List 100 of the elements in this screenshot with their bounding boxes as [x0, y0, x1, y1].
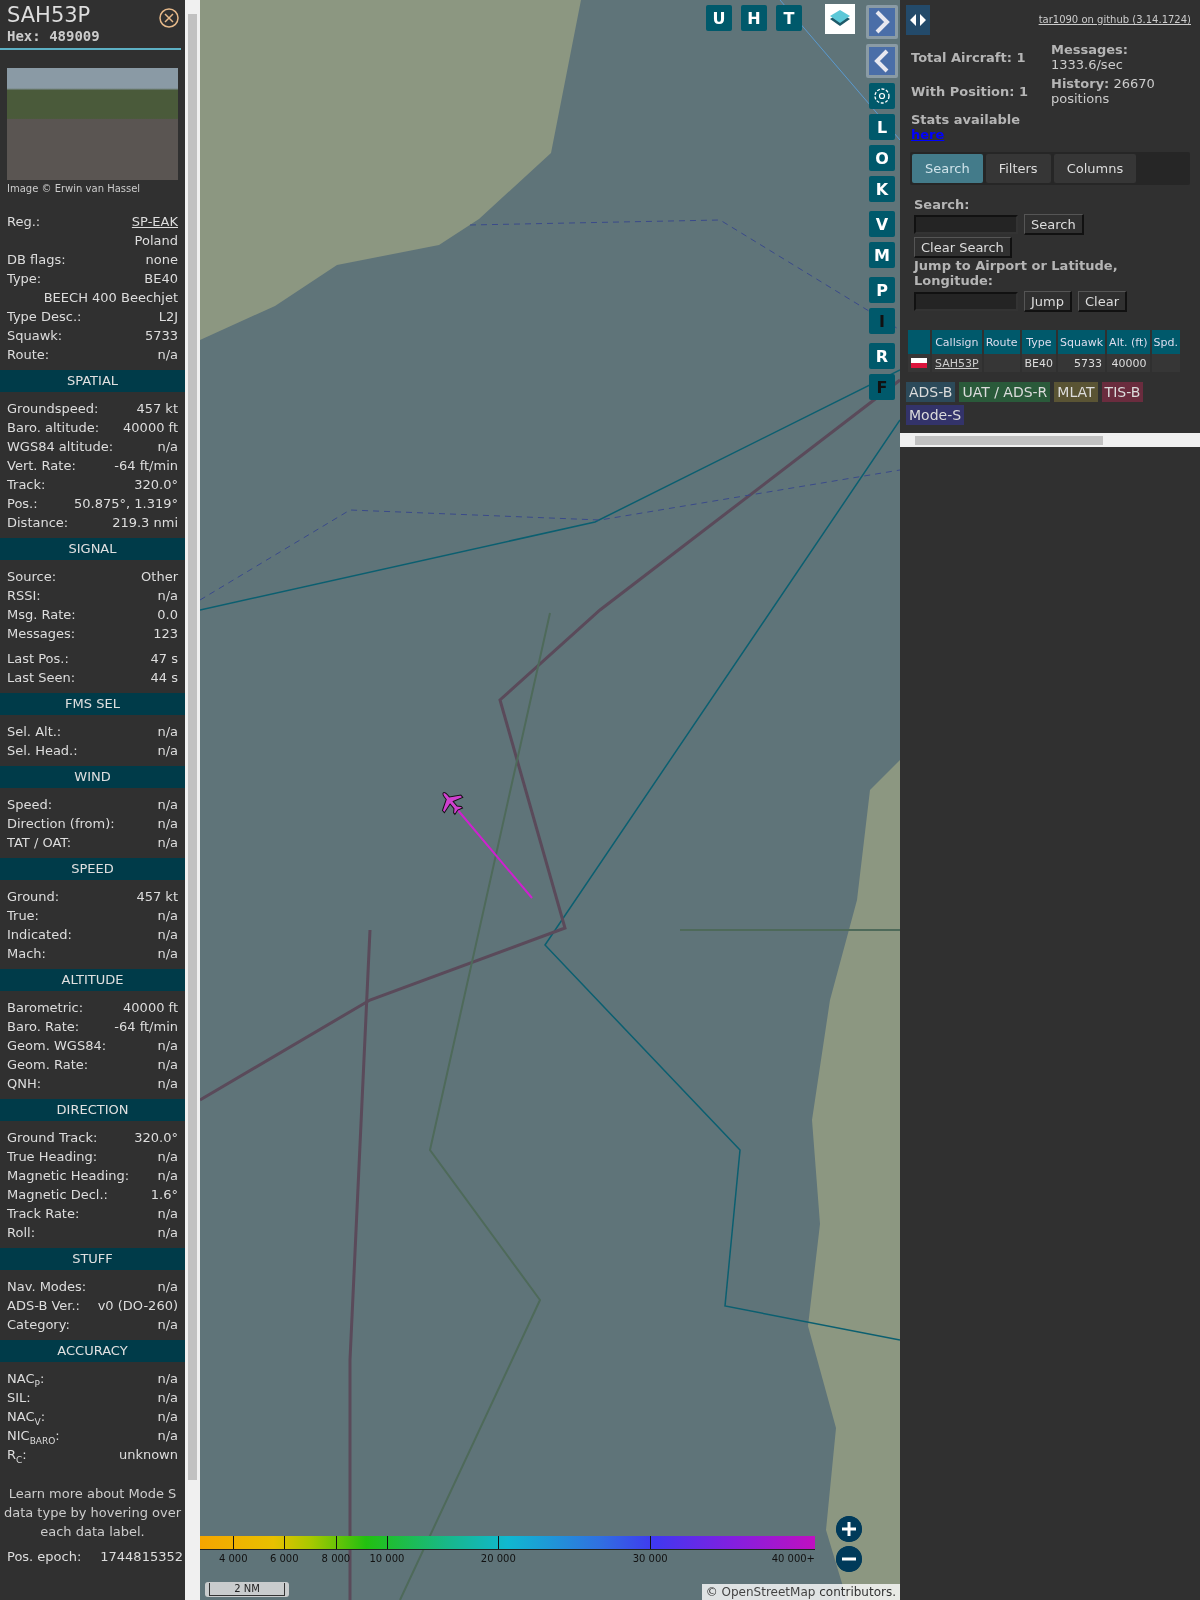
table-cell: 5733	[1058, 354, 1106, 372]
map-toggle-button[interactable]: R	[869, 343, 895, 369]
search-field[interactable]	[914, 215, 1018, 234]
column-header[interactable]: Alt. (ft)	[1107, 330, 1150, 354]
stat-text: History: 26670 positions	[1051, 76, 1156, 106]
section-header: ALTITUDE	[0, 969, 185, 991]
map-toggle-button[interactable]: M	[869, 242, 895, 268]
field-value: n/a	[157, 834, 178, 852]
scrollbar[interactable]	[900, 433, 1200, 447]
close-icon[interactable]	[159, 8, 179, 28]
hex-code: Hex: 489009	[7, 28, 101, 44]
jump-field[interactable]	[914, 292, 1018, 311]
field-label: True Heading:	[7, 1148, 98, 1166]
map-toggle-button[interactable]: V	[869, 211, 895, 237]
field-label: NAC$_{P}$:	[7, 1370, 45, 1388]
map-toggle-button[interactable]: T	[776, 5, 802, 31]
source-tag: UAT / ADS-R	[959, 382, 1051, 402]
field-value: 320.0°	[134, 476, 178, 494]
field-label: True:	[7, 907, 39, 925]
github-link[interactable]: tar1090 on github (3.14.1724)	[1038, 14, 1191, 25]
field-label: Baro. Rate:	[7, 1018, 80, 1036]
field-value: 320.0°	[134, 1129, 178, 1147]
field-label: NIC$_{BARO}$:	[7, 1427, 60, 1445]
stat-text: Total Aircraft: 1	[911, 49, 1027, 65]
field-value: n/a	[157, 1370, 178, 1388]
column-header[interactable]: Callsign	[932, 330, 982, 354]
clear-button[interactable]: Clear	[1078, 291, 1127, 312]
help-note: Learn more about Mode S data type by hovering over each data label.	[2, 1485, 183, 1541]
field-label: Mach:	[7, 945, 46, 963]
altitude-label: 30 000	[632, 1553, 668, 1564]
field-value: n/a	[157, 438, 178, 456]
search-label: Search:	[914, 197, 971, 212]
tab[interactable]: Columns	[1053, 154, 1137, 183]
field-value: Poland	[134, 232, 178, 250]
tab[interactable]: Filters	[985, 154, 1051, 183]
altitude-label: 8 000	[321, 1553, 351, 1564]
field-value: n/a	[157, 945, 178, 963]
flag-icon	[911, 358, 927, 368]
expand-button[interactable]	[866, 5, 898, 39]
altitude-label: 4 000	[218, 1553, 248, 1564]
callsign-title: SAH53P	[7, 2, 91, 28]
field-label: Squawk:	[7, 327, 63, 345]
field-label: ADS-B Ver.:	[7, 1297, 80, 1315]
field-label: Vert. Rate:	[7, 457, 76, 475]
field-value: none	[145, 251, 178, 269]
map-toggle-button[interactable]: K	[869, 176, 895, 202]
section-header: DIRECTION	[0, 1099, 185, 1121]
column-header[interactable]: Route	[983, 330, 1020, 354]
field-value: L2J	[158, 308, 178, 326]
registration-link[interactable]: SP-EAK	[131, 212, 178, 231]
search-button[interactable]: Search	[1024, 214, 1084, 235]
field-value: n/a	[157, 907, 178, 925]
map-toggle-button[interactable]: H	[741, 5, 767, 31]
field-value: 457 kt	[136, 888, 178, 906]
tab[interactable]: Search	[912, 154, 983, 183]
collapse-button[interactable]	[866, 44, 898, 78]
settings-icon[interactable]	[869, 83, 895, 109]
field-label: Geom. Rate:	[7, 1056, 89, 1074]
map-toggle-button[interactable]: O	[869, 145, 895, 171]
field-value: 219.3 nmi	[112, 514, 178, 532]
field-label: Baro. altitude:	[7, 419, 100, 437]
attribution-link[interactable]: OpenStreetMap	[721, 1585, 816, 1599]
column-header[interactable]: Spd.	[1151, 330, 1181, 354]
field-value: n/a	[157, 926, 178, 944]
field-label: Speed:	[7, 796, 53, 814]
field-label: Geom. WGS84:	[7, 1037, 107, 1055]
field-label: Route:	[7, 346, 50, 364]
field-value: 5733	[144, 327, 178, 345]
field-value: n/a	[157, 1148, 178, 1166]
section-header: SIGNAL	[0, 538, 185, 560]
field-value: 457 kt	[136, 400, 178, 418]
field-label: SIL:	[7, 1389, 31, 1407]
field-value: n/a	[157, 346, 178, 364]
source-tag: ADS-B	[906, 382, 956, 402]
jump-button[interactable]: Jump	[1024, 291, 1072, 312]
field-value: n/a	[157, 1167, 178, 1185]
map-toggle-button[interactable]: P	[869, 277, 895, 303]
map-toggle-button[interactable]: L	[869, 114, 895, 140]
field-value: n/a	[157, 815, 178, 833]
section-header: STUFF	[0, 1248, 185, 1270]
clear-search-button[interactable]: Clear Search	[914, 237, 1012, 258]
field-value: BE40	[144, 270, 178, 288]
field-label: Sel. Alt.:	[7, 723, 62, 741]
field-label: Messages:	[7, 625, 76, 643]
field-label: Magnetic Heading:	[7, 1167, 130, 1185]
column-header[interactable]: Type	[1021, 330, 1057, 354]
field-value: 1.6°	[150, 1186, 178, 1204]
scrollbar[interactable]	[185, 0, 200, 1600]
column-header[interactable]: Squawk	[1058, 330, 1106, 354]
field-label: Last Seen:	[7, 669, 76, 687]
field-label: Ground Track:	[7, 1129, 98, 1147]
field-value: n/a	[157, 1316, 178, 1334]
field-value: 47 s	[150, 650, 178, 668]
field-label: Sel. Head.:	[7, 742, 78, 760]
photo-credit: Image © Erwin van Hassel	[6, 182, 142, 196]
field-label: Track Rate:	[7, 1205, 80, 1223]
field-value: n/a	[157, 1389, 178, 1407]
map-toggle-button[interactable]: U	[706, 5, 732, 31]
field-value: n/a	[157, 742, 178, 760]
aircraft-icon[interactable]	[441, 791, 464, 815]
